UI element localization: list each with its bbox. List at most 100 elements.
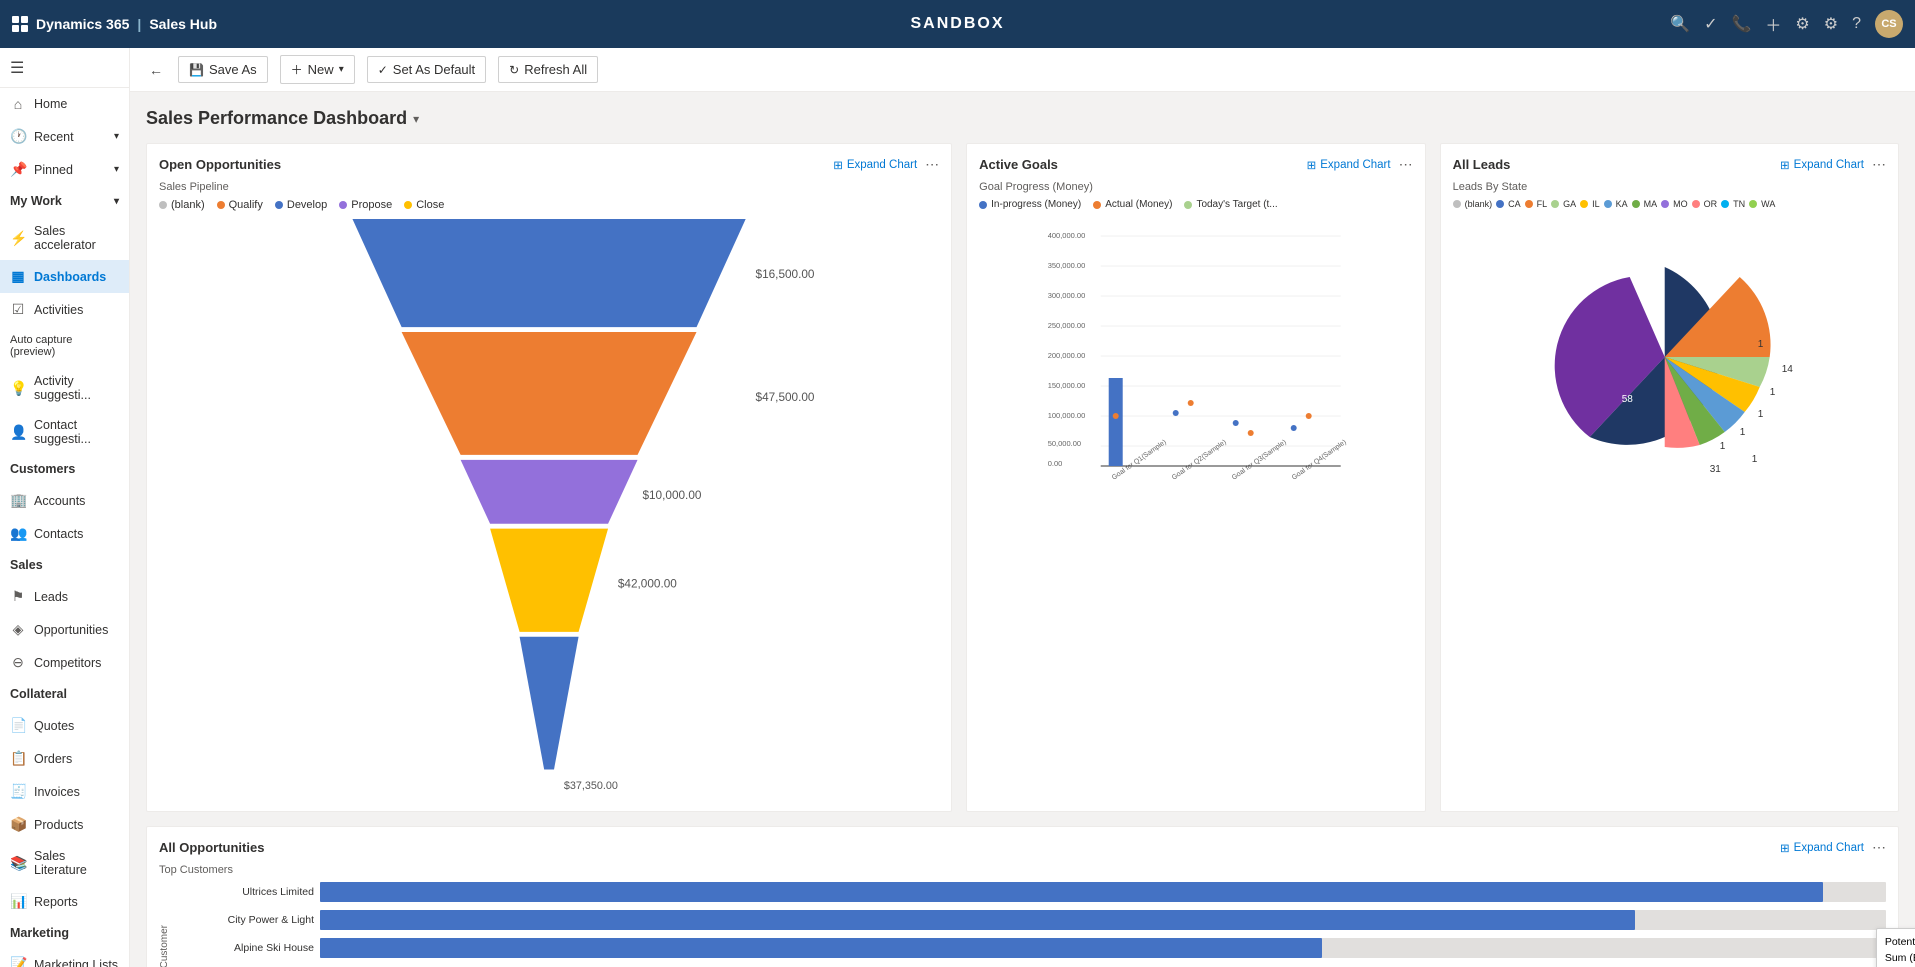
sidebar-item-quotes[interactable]: 📄 Quotes [0,709,129,742]
all-leads-menu[interactable]: ⋯ [1872,156,1886,173]
auto-capture-label: Auto capture (preview) [10,334,119,358]
contacts-label: Contacts [34,527,83,541]
search-icon[interactable]: 🔍 [1670,14,1690,34]
expand-icon-al: ⊞ [1780,158,1790,172]
chart-row-1: Open Opportunities ⊞ Expand Chart ⋯ Sale… [146,143,1899,812]
sidebar-item-invoices[interactable]: 🧾 Invoices [0,775,129,808]
svg-text:1: 1 [1757,409,1763,420]
sales-section[interactable]: Sales [0,550,129,580]
ag-expand-label: Expand Chart [1320,159,1390,171]
collateral-section[interactable]: Collateral [0,679,129,709]
all-leads-expand[interactable]: ⊞ Expand Chart [1780,158,1864,172]
sidebar-home-label: Home [34,97,67,111]
pin-icon: 📌 [10,161,26,178]
all-opps-title: All Opportunities [159,840,264,855]
refresh-icon: ↻ [509,63,519,77]
dot-q3-actual [1248,430,1254,436]
sidebar-item-accounts[interactable]: 🏢 Accounts [0,484,129,517]
funnel-legend: (blank) Qualify Develop Propose [159,199,939,211]
all-opps-expand[interactable]: ⊞ Expand Chart [1780,841,1864,855]
recent-icon: 🕐 [10,128,26,145]
all-opportunities-card: All Opportunities ⊞ Expand Chart ⋯ Top C… [146,826,1899,967]
chart-row-2: All Opportunities ⊞ Expand Chart ⋯ Top C… [146,826,1899,967]
dashboard-dropdown[interactable]: ▾ [413,112,419,126]
filter-icon[interactable]: ⚙ [1795,14,1809,34]
sidebar-item-pinned[interactable]: 📌 Pinned ▾ [0,153,129,186]
sidebar-item-leads[interactable]: ⚑ Leads [0,580,129,613]
opportunities-icon: ◈ [10,621,26,638]
my-work-section[interactable]: My Work ▾ [0,186,129,216]
legend-fl: FL [1525,199,1548,209]
sidebar-item-reports[interactable]: 📊 Reports [0,885,129,918]
products-icon: 📦 [10,816,26,833]
new-label: New [308,62,334,77]
sidebar-item-products[interactable]: 📦 Products [0,808,129,841]
hub-name: Sales Hub [149,16,217,32]
invoices-label: Invoices [34,785,80,799]
active-goals-expand[interactable]: ⊞ Expand Chart [1307,158,1391,172]
all-opps-actions: ⊞ Expand Chart ⋯ [1780,839,1886,856]
sidebar-item-activities[interactable]: ☑ Activities [0,293,129,326]
marketing-label: Marketing [10,926,69,940]
set-default-button[interactable]: ✓ Set As Default [367,56,486,83]
plus-icon[interactable]: ＋ [1765,12,1781,36]
marketing-section[interactable]: Marketing [0,918,129,948]
phone-icon[interactable]: 📞 [1731,14,1751,34]
legend-or: OR [1692,199,1718,209]
sidebar-item-dashboards[interactable]: ▦ Dashboards [0,260,129,293]
hbar-fill-city-power [320,910,1635,930]
settings-icon[interactable]: ⚙ [1824,14,1838,34]
sidebar-item-marketing-lists[interactable]: 📝 Marketing Lists [0,948,129,967]
competitors-label: Competitors [34,656,101,670]
legend-propose: Propose [339,199,392,211]
dot-q4-inprogress [1291,425,1297,431]
active-goals-menu[interactable]: ⋯ [1399,156,1413,173]
legend-blank: (blank) [159,199,205,211]
sidebar-item-sales-literature[interactable]: 📚 Sales Literature [0,841,129,885]
sidebar-item-orders[interactable]: 📋 Orders [0,742,129,775]
sidebar-item-home[interactable]: ⌂ Home [0,88,129,120]
svg-text:$10,000.00: $10,000.00 [642,489,701,502]
competitors-icon: ⊖ [10,654,26,671]
open-opportunities-expand[interactable]: ⊞ Expand Chart [833,158,917,172]
contact-suggest-icon: 👤 [10,424,26,441]
refresh-button[interactable]: ↻ Refresh All [498,56,598,83]
svg-text:Goal for Q2(Sample): Goal for Q2(Sample) [1171,439,1228,482]
new-button[interactable]: ＋ New ▾ [280,55,355,84]
refresh-label: Refresh All [524,62,587,77]
sidebar-item-opportunities[interactable]: ◈ Opportunities [0,613,129,646]
dashboard-title: Sales Performance Dashboard [146,108,407,129]
svg-text:400,000.00: 400,000.00 [1048,231,1086,240]
sidebar-item-competitors[interactable]: ⊖ Competitors [0,646,129,679]
hbar-fill-alpine [320,938,1322,958]
dashboard-area: Sales Performance Dashboard ▾ Open Oppor… [130,92,1915,967]
app-logo[interactable]: Dynamics 365 | Sales Hub [12,16,217,32]
legend-close: Close [404,199,444,211]
sidebar-item-contact-suggestions[interactable]: 👤 Contact suggesti... [0,410,129,454]
auto-capture-section[interactable]: Auto capture (preview) [0,326,129,366]
sidebar-item-sales-accelerator[interactable]: ⚡ Sales accelerator [0,216,129,260]
sidebar-item-recent[interactable]: 🕐 Recent ▾ [0,120,129,153]
hamburger-icon[interactable]: ☰ [10,58,24,78]
open-opportunities-menu[interactable]: ⋯ [925,156,939,173]
all-leads-header: All Leads ⊞ Expand Chart ⋯ [1453,156,1886,173]
all-opps-menu[interactable]: ⋯ [1872,839,1886,856]
save-as-button[interactable]: 💾 Save As [178,56,268,83]
svg-text:1: 1 [1751,454,1757,465]
app-name: Dynamics 365 [36,16,129,32]
sidebar-item-contacts[interactable]: 👥 Contacts [0,517,129,550]
svg-text:0.00: 0.00 [1048,459,1063,468]
back-button[interactable]: ← [146,60,166,80]
checkmark-icon[interactable]: ✓ [1704,14,1717,34]
hub-separator: | [137,16,141,32]
funnel-chart: $16,500.00 $47,500.00 $10,000.00 $42,000… [159,219,939,799]
top-customers-label: Top Customers [159,864,1886,876]
sidebar-item-activity-suggestions[interactable]: 💡 Activity suggesti... [0,366,129,410]
hbar-row-ultrices: Ultrices Limited [174,882,1886,902]
help-icon[interactable]: ? [1852,15,1861,33]
customers-section[interactable]: Customers [0,454,129,484]
all-leads-title: All Leads [1453,157,1511,172]
sidebar-pinned-label: Pinned [34,163,73,177]
avatar[interactable]: CS [1875,10,1903,38]
expand-icon-ao: ⊞ [1780,841,1790,855]
